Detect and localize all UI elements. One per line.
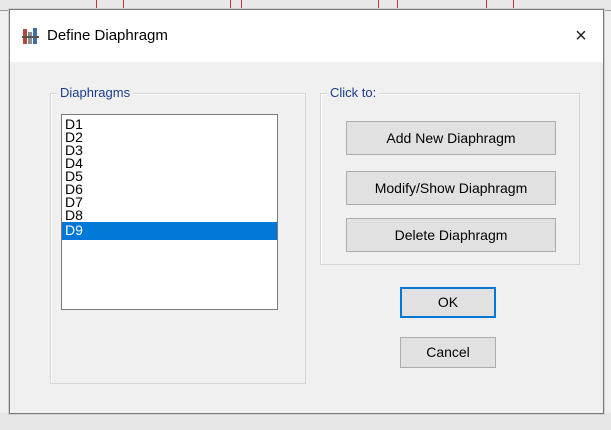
click-to-group-label: Click to: bbox=[327, 85, 380, 101]
title-bar: Define Diaphragm × bbox=[10, 10, 603, 62]
list-item[interactable]: D7 bbox=[62, 195, 277, 209]
diaphragm-list[interactable]: D1 D2 D3 D4 D5 D6 D7 D8 D9 bbox=[61, 114, 278, 310]
modify-show-diaphragm-button[interactable]: Modify/Show Diaphragm bbox=[346, 171, 556, 205]
list-item[interactable]: D3 bbox=[62, 143, 277, 157]
diaphragms-group-label: Diaphragms bbox=[57, 85, 134, 101]
close-icon[interactable]: × bbox=[569, 24, 593, 48]
background-bottom-strip bbox=[0, 413, 611, 430]
list-item[interactable]: D2 bbox=[62, 130, 277, 144]
background-red-marker bbox=[486, 0, 514, 9]
background-red-marker bbox=[378, 0, 398, 9]
add-new-diaphragm-button[interactable]: Add New Diaphragm bbox=[346, 121, 556, 155]
list-item[interactable]: D8 bbox=[62, 208, 277, 222]
window-title: Define Diaphragm bbox=[47, 27, 168, 44]
list-item[interactable]: D4 bbox=[62, 156, 277, 170]
cancel-button[interactable]: Cancel bbox=[400, 337, 496, 368]
list-item[interactable]: D1 bbox=[62, 117, 277, 131]
background-red-marker bbox=[230, 0, 242, 9]
background-red-marker bbox=[96, 0, 124, 9]
ok-button[interactable]: OK bbox=[400, 287, 496, 318]
diaphragm-app-icon bbox=[22, 27, 40, 45]
list-item[interactable]: D5 bbox=[62, 169, 277, 183]
delete-diaphragm-button[interactable]: Delete Diaphragm bbox=[346, 218, 556, 252]
list-item[interactable]: D6 bbox=[62, 182, 277, 196]
list-item-selected[interactable]: D9 bbox=[62, 222, 277, 240]
